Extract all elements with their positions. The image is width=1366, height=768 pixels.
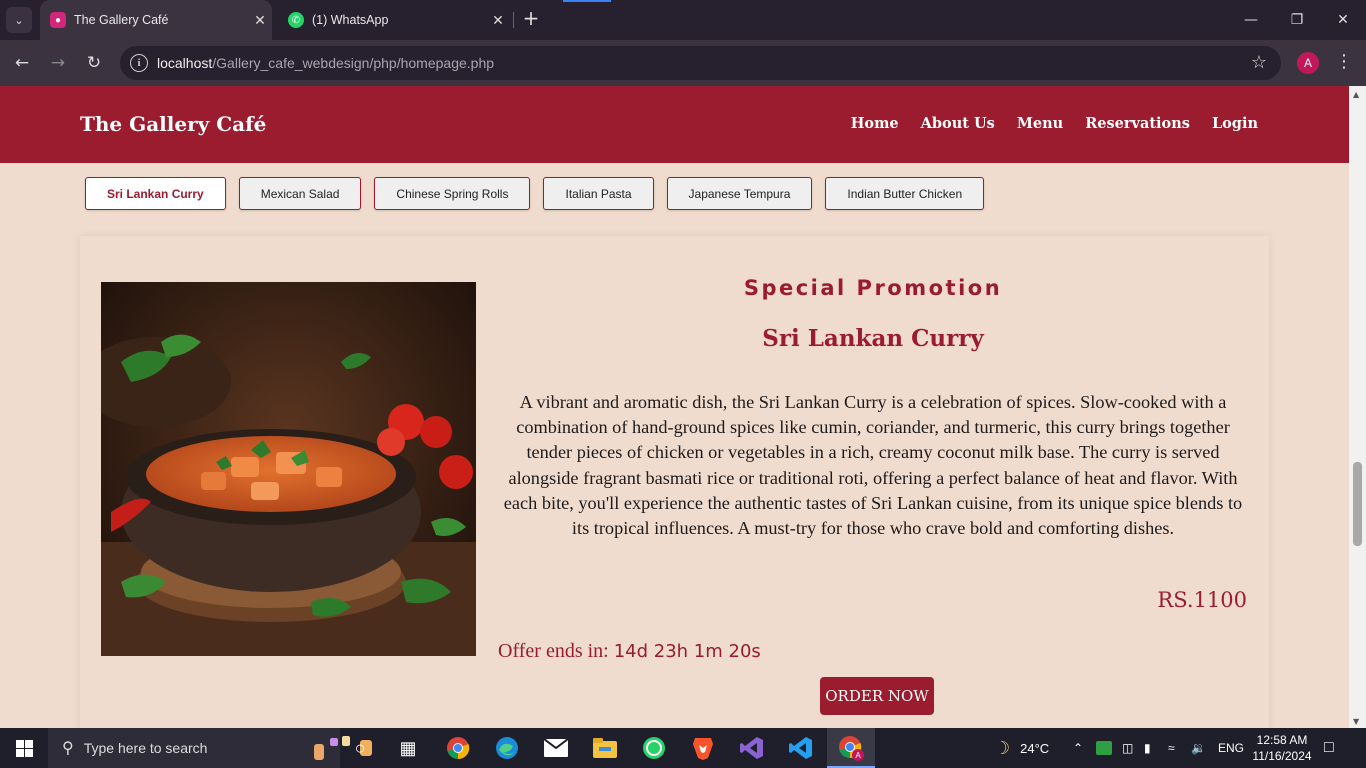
offer-countdown: Offer ends in: 14d 23h 1m 20s bbox=[498, 640, 761, 663]
url-text[interactable]: localhost/Gallery_cafe_webdesign/php/hom… bbox=[157, 55, 494, 71]
site-title[interactable]: The Gallery Café bbox=[80, 112, 266, 136]
edge-icon[interactable] bbox=[491, 732, 523, 764]
browser-menu-icon[interactable]: ⋮ bbox=[1334, 51, 1354, 72]
browser-toolbar: ← → ↻ i localhost/Gallery_cafe_webdesign… bbox=[0, 40, 1366, 86]
site-nav: Home About Us Menu Reservations Login bbox=[851, 115, 1258, 132]
browser-tab-bar: ⌄ ● The Gallery Café ✕ ✆ (1) WhatsApp ✕ … bbox=[0, 0, 1366, 40]
weather-temperature: 24°C bbox=[1020, 740, 1050, 756]
dish-tab-mexican-salad[interactable]: Mexican Salad bbox=[238, 177, 362, 210]
chrome-profile-icon[interactable]: A bbox=[835, 732, 867, 764]
tab-gallery-cafe[interactable]: ● The Gallery Café ✕ bbox=[40, 0, 272, 40]
windows-start-icon[interactable] bbox=[0, 728, 48, 768]
order-now-button[interactable]: ORDER NOW bbox=[820, 677, 934, 715]
vscode-icon[interactable] bbox=[785, 732, 817, 764]
scroll-down-icon[interactable]: ▼ bbox=[1353, 717, 1359, 726]
reload-icon[interactable]: ↻ bbox=[82, 51, 106, 75]
nav-login[interactable]: Login bbox=[1212, 115, 1258, 132]
scroll-up-icon[interactable]: ▲ bbox=[1353, 90, 1359, 99]
cortana-icon[interactable]: ○ bbox=[344, 732, 376, 764]
mail-icon[interactable] bbox=[540, 732, 572, 764]
page-viewport: The Gallery Café Home About Us Menu Rese… bbox=[0, 86, 1349, 728]
windows-taskbar: ⚲ Type here to search ○ ▦ A ☽ 24°C ⌃ ◫ ▮… bbox=[0, 728, 1366, 768]
dish-name: Sri Lankan Curry bbox=[762, 325, 984, 352]
visual-studio-icon[interactable] bbox=[736, 732, 768, 764]
clock-date: 11/16/2024 bbox=[1252, 749, 1312, 763]
promotion-card: Special Promotion Sri Lankan Curry A vib… bbox=[80, 236, 1269, 728]
nav-reservations[interactable]: Reservations bbox=[1085, 115, 1190, 132]
whatsapp-favicon-icon: ✆ bbox=[288, 12, 304, 28]
nav-menu[interactable]: Menu bbox=[1017, 115, 1063, 132]
battery-icon[interactable]: ▮ bbox=[1144, 728, 1151, 768]
scrollbar-thumb[interactable] bbox=[1353, 462, 1362, 546]
brave-icon[interactable] bbox=[687, 732, 719, 764]
minimize-icon[interactable]: — bbox=[1228, 0, 1274, 40]
language-indicator[interactable]: ENG bbox=[1218, 728, 1244, 768]
site-info-icon[interactable]: i bbox=[130, 54, 148, 72]
nav-home[interactable]: Home bbox=[851, 115, 899, 132]
dish-price: RS.1100 bbox=[1157, 588, 1247, 612]
profile-avatar[interactable]: A bbox=[1297, 52, 1319, 74]
promotion-heading: Special Promotion bbox=[743, 276, 1003, 300]
clock-time: 12:58 AM bbox=[1256, 733, 1308, 747]
nav-about-us[interactable]: About Us bbox=[921, 115, 995, 132]
dish-tab-chinese-spring-rolls[interactable]: Chinese Spring Rolls bbox=[374, 177, 531, 210]
search-icon: ⚲ bbox=[62, 740, 74, 757]
curry-dish-image bbox=[101, 282, 476, 656]
close-window-icon[interactable]: ✕ bbox=[1320, 0, 1366, 40]
site-header: The Gallery Café Home About Us Menu Rese… bbox=[0, 86, 1349, 163]
whatsapp-icon[interactable] bbox=[638, 732, 670, 764]
dish-tab-italian-pasta[interactable]: Italian Pasta bbox=[543, 177, 654, 210]
restore-icon[interactable]: ❐ bbox=[1274, 0, 1320, 40]
file-explorer-icon[interactable] bbox=[589, 732, 621, 764]
chrome-icon[interactable] bbox=[442, 732, 474, 764]
dish-tab-japanese-tempura[interactable]: Japanese Tempura bbox=[666, 177, 813, 210]
tab-title: The Gallery Café bbox=[74, 13, 169, 27]
dish-tab-list: Sri Lankan Curry Mexican Salad Chinese S… bbox=[85, 177, 985, 210]
tab-title: (1) WhatsApp bbox=[312, 13, 389, 27]
dish-description: A vibrant and aromatic dish, the Sri Lan… bbox=[503, 392, 1243, 539]
offer-label: Offer ends in: bbox=[498, 640, 609, 662]
app-tray-icon[interactable] bbox=[1096, 728, 1112, 768]
search-placeholder: Type here to search bbox=[83, 740, 208, 756]
bookmark-star-icon[interactable]: ☆ bbox=[1251, 52, 1267, 73]
back-icon[interactable]: ← bbox=[10, 51, 34, 75]
dish-tab-sri-lankan-curry[interactable]: Sri Lankan Curry bbox=[85, 177, 226, 210]
forward-icon[interactable]: → bbox=[46, 51, 70, 75]
weather-moon-icon: ☽ bbox=[994, 737, 1011, 758]
volume-icon[interactable]: 🔉 bbox=[1191, 728, 1206, 768]
show-hidden-icons-icon[interactable]: ⌃ bbox=[1073, 728, 1083, 768]
new-tab-icon[interactable]: + bbox=[520, 8, 542, 30]
dish-tab-indian-butter-chicken[interactable]: Indian Butter Chicken bbox=[825, 177, 985, 210]
page-scrollbar[interactable]: ▲ ▼ bbox=[1349, 86, 1366, 728]
task-view-icon[interactable]: ▦ bbox=[392, 732, 424, 764]
close-tab-icon[interactable]: ✕ bbox=[248, 12, 272, 29]
tab-divider bbox=[513, 12, 514, 28]
notifications-icon[interactable]: □ bbox=[1324, 728, 1334, 768]
taskbar-search-box[interactable]: ⚲ Type here to search bbox=[48, 728, 372, 768]
tab-whatsapp[interactable]: ✆ (1) WhatsApp ✕ bbox=[278, 0, 510, 40]
countdown-value: 14d 23h 1m 20s bbox=[613, 641, 761, 662]
close-tab-icon[interactable]: ✕ bbox=[486, 12, 510, 29]
meet-now-icon[interactable]: ◫ bbox=[1122, 728, 1133, 768]
tab-search-chevron-icon[interactable]: ⌄ bbox=[6, 7, 32, 33]
cafe-favicon-icon: ● bbox=[50, 12, 66, 28]
svg-text:A: A bbox=[855, 751, 861, 760]
address-bar[interactable]: i localhost/Gallery_cafe_webdesign/php/h… bbox=[120, 46, 1281, 80]
system-clock[interactable]: 12:58 AM 11/16/2024 bbox=[1252, 732, 1312, 764]
weather-widget[interactable]: ☽ 24°C bbox=[994, 728, 1049, 768]
network-icon[interactable]: ≈ bbox=[1168, 728, 1175, 768]
recording-indicator bbox=[563, 0, 611, 2]
